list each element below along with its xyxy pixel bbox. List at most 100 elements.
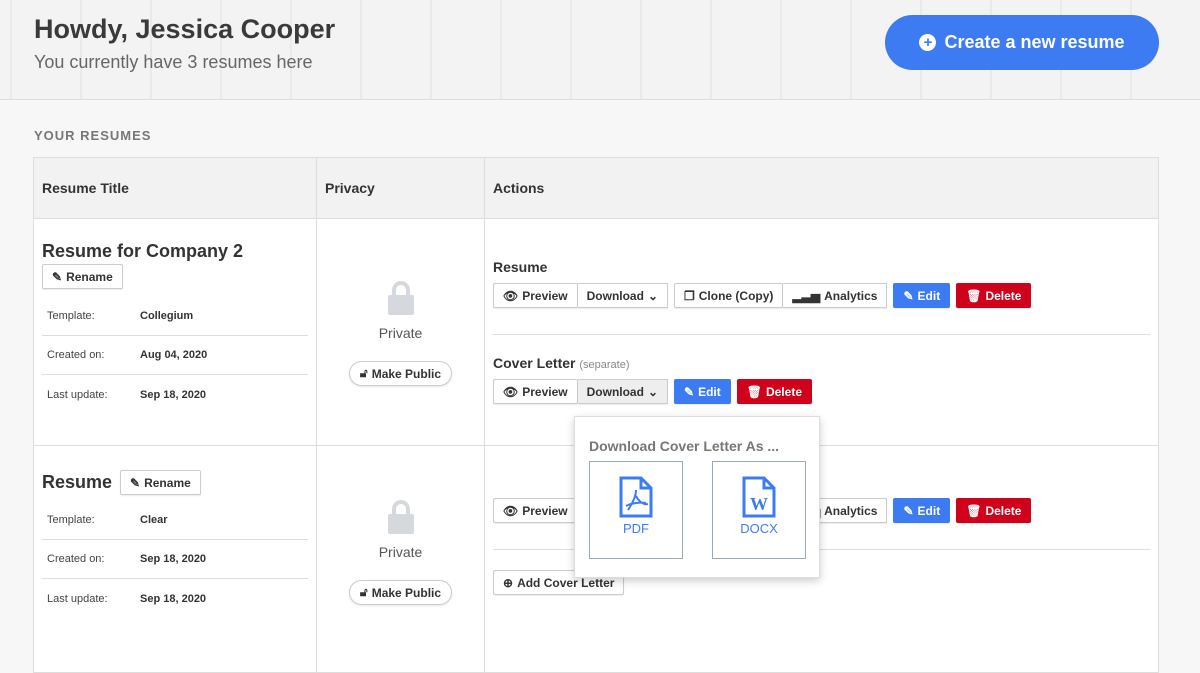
l: Delete <box>985 288 1022 303</box>
plus-circle-icon: + <box>919 34 937 51</box>
cover-edit-button[interactable]: ✎ Edit <box>674 379 731 404</box>
analytics-button[interactable]: ▂▃▅Analytics <box>783 283 888 308</box>
cover-delete-button[interactable]: 🗑︎ Delete <box>736 379 812 404</box>
download-popup: Download Cover Letter As ... PDF W DOCX <box>574 416 820 578</box>
rename-button[interactable]: ✎ Rename <box>120 470 201 495</box>
header: Howdy, Jessica Cooper You currently have… <box>0 0 1200 100</box>
eye-icon: 👁︎ <box>503 503 519 518</box>
pdf-label: PDF <box>623 521 649 536</box>
col-title: Resume Title <box>33 157 317 219</box>
resume-title: Resume <box>42 472 113 492</box>
section-title: YOUR RESUMES <box>34 128 152 143</box>
eye-icon: 👁︎ <box>503 288 519 303</box>
unlock-icon: 🔓︎ <box>359 585 368 599</box>
l: Download <box>586 384 644 399</box>
cover-letter-label: Cover Letter (separate) <box>493 355 1150 371</box>
privacy-status: Private <box>378 544 423 560</box>
make-public-button[interactable]: 🔓︎ Make Public <box>348 580 453 605</box>
download-button[interactable]: Download⌄ <box>577 283 668 308</box>
edit-button[interactable]: ✎ Edit <box>893 498 951 523</box>
label: Last update: <box>47 388 108 401</box>
separate-note: (separate) <box>579 359 630 371</box>
value: Sep 18, 2020 <box>140 388 207 401</box>
delete-button[interactable]: 🗑︎ Delete <box>956 283 1032 308</box>
make-public-button[interactable]: 🔓︎ Make Public <box>348 361 453 386</box>
l: Analytics <box>824 288 878 303</box>
pencil-icon: ✎ <box>52 269 63 284</box>
create-resume-button[interactable]: + Create a new resume <box>885 15 1159 70</box>
edit-button[interactable]: ✎ Edit <box>893 283 951 308</box>
col-actions: Actions <box>484 157 1159 219</box>
create-label: Create a new resume <box>944 32 1125 52</box>
l: Rename <box>144 475 191 490</box>
svg-text:W: W <box>750 494 768 514</box>
pencil-icon: ✎ <box>684 384 695 399</box>
meta-updated: Last update: Sep 18, 2020 <box>42 375 308 414</box>
plus-circle-icon: ⊕ <box>503 575 514 590</box>
greeting: Howdy, Jessica Cooper <box>34 14 336 44</box>
delete-button[interactable]: 🗑︎ Delete <box>956 498 1032 523</box>
unlock-icon: 🔓︎ <box>359 366 368 380</box>
trash-icon: 🗑︎ <box>966 503 982 518</box>
pencil-icon: ✎ <box>903 503 914 518</box>
docx-label: DOCX <box>740 521 778 536</box>
signal-icon: ▂▃▅ <box>792 288 821 303</box>
l: Delete <box>985 503 1022 518</box>
lock-icon <box>387 500 414 534</box>
pencil-icon: ✎ <box>130 475 141 490</box>
value: Aug 04, 2020 <box>140 349 208 361</box>
l: Edit <box>698 384 721 399</box>
privacy-status: Private <box>378 325 423 341</box>
value: Sep 18, 2020 <box>140 592 207 605</box>
value: Collegium <box>140 310 194 322</box>
l: Cover Letter <box>493 355 576 371</box>
chevron-down-icon: ⌄ <box>647 288 658 303</box>
pdf-file-icon <box>619 476 653 518</box>
meta-template: Template: Collegium <box>42 297 308 336</box>
table-row: Resume for Company 2 ✎ Rename Template: Co… <box>33 218 1159 446</box>
preview-button[interactable]: 👁︎ Preview <box>493 498 578 523</box>
l: Preview <box>522 288 568 303</box>
value: Clear <box>140 514 168 526</box>
label: Created on: <box>47 349 105 361</box>
download-docx-option[interactable]: W DOCX <box>712 461 806 559</box>
l: Edit <box>917 288 941 303</box>
pencil-icon: ✎ <box>903 288 914 303</box>
l: Clone (Copy) <box>698 288 774 303</box>
label: Template: <box>47 514 95 526</box>
clone-button[interactable]: ❐Clone (Copy) <box>674 283 784 308</box>
popup-title: Download Cover Letter As ... <box>589 438 780 454</box>
l: Edit <box>917 503 941 518</box>
word-file-icon: W <box>742 476 776 518</box>
trash-icon: 🗑︎ <box>966 288 982 303</box>
l: Preview <box>522 503 568 518</box>
l: Download <box>586 288 644 303</box>
resumes-table: Resume Title Privacy Actions Resume for … <box>33 157 1159 673</box>
value: Sep 18, 2020 <box>140 553 207 565</box>
l: Analytics <box>824 503 878 518</box>
label: Last update: <box>47 592 108 605</box>
resume-count: You currently have 3 resumes here <box>34 52 313 72</box>
l: Delete <box>765 384 802 399</box>
meta-updated: Last update: Sep 18, 2020 <box>42 579 308 618</box>
trash-icon: 🗑︎ <box>746 384 762 399</box>
download-pdf-option[interactable]: PDF <box>589 461 683 559</box>
rename-button[interactable]: ✎ Rename <box>42 264 123 289</box>
label: Template: <box>47 310 95 322</box>
l: Preview <box>522 384 568 399</box>
meta-template: Template: Clear <box>42 501 308 540</box>
cover-download-button[interactable]: Download ⌄ <box>577 379 668 404</box>
make-public-label: Make Public <box>371 366 442 381</box>
cover-preview-button[interactable]: 👁︎ Preview <box>493 379 578 404</box>
resume-section-label: Resume <box>493 259 548 275</box>
meta-created: Created on: Aug 04, 2020 <box>42 336 308 375</box>
label: Created on: <box>47 553 105 565</box>
preview-button[interactable]: 👁︎ Preview <box>493 283 578 308</box>
meta-created: Created on: Sep 18, 2020 <box>42 540 308 579</box>
rename-label: Rename <box>66 269 113 284</box>
copy-icon: ❐ <box>684 288 695 303</box>
col-privacy: Privacy <box>316 157 485 219</box>
eye-icon: 👁︎ <box>503 384 519 399</box>
resume-title: Resume for Company 2 <box>42 241 244 261</box>
chevron-down-icon: ⌄ <box>647 384 658 399</box>
